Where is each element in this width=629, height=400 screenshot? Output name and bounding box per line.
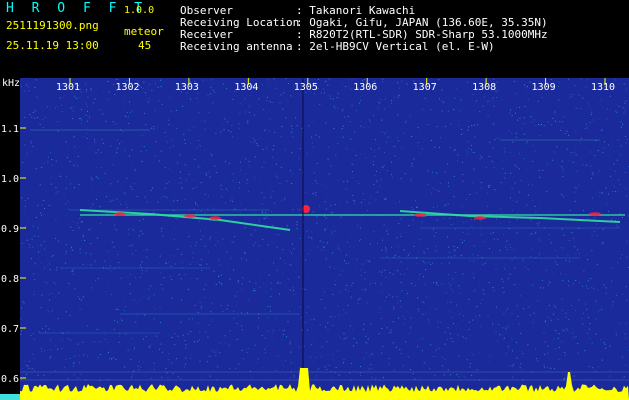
- time-tick-label: 1306: [353, 82, 377, 93]
- time-tick-label: 1310: [591, 82, 615, 93]
- freq-tick-label: 1.1: [1, 124, 19, 135]
- meteor-label: meteor: [124, 25, 164, 38]
- time-tick-label: 1309: [532, 82, 556, 93]
- time-tick-label: 1303: [175, 82, 199, 93]
- header-panel: H R O F F T 1.0.0 2511191300.png meteor …: [0, 0, 629, 78]
- timestamp: 25.11.19 13:00: [6, 39, 99, 52]
- meteor-count: 45: [138, 39, 152, 52]
- time-tick-label: 1308: [472, 82, 496, 93]
- meteor-echo: [474, 216, 486, 220]
- antenna-label: Receiving antenna: [180, 40, 293, 53]
- freq-tick-label: 0.7: [1, 324, 19, 335]
- meteor-echo: [184, 214, 196, 218]
- app-version: 1.0.0: [124, 5, 155, 16]
- freq-tick-label: 0.9: [1, 224, 19, 235]
- time-tick-label: 1305: [294, 82, 318, 93]
- freq-tick-label: 1.0: [1, 174, 19, 185]
- meteor-echo: [414, 213, 426, 217]
- left-band-marker: [0, 394, 20, 400]
- meteor-echo: [589, 212, 601, 216]
- freq-tick-label: 0.8: [1, 274, 19, 285]
- freq-tick-label: 0.6: [1, 374, 19, 385]
- meteor-echo: [209, 216, 221, 220]
- time-tick-label: 1307: [413, 82, 437, 93]
- time-tick-label: 1304: [234, 82, 258, 93]
- plot-background: [20, 78, 629, 400]
- meteor-echo: [114, 212, 126, 216]
- file-name: 2511191300.png: [6, 19, 99, 32]
- time-tick-label: 1302: [115, 82, 139, 93]
- y-unit-label: kHz: [2, 78, 20, 89]
- time-tick-label: 1301: [56, 82, 80, 93]
- antenna-value: : 2el-HB9CV Vertical (el. E-W): [296, 40, 495, 53]
- spectrogram: 1301 1302 1303 1304 1305 1306 1307 1308 1309 1310…: [0, 78, 629, 400]
